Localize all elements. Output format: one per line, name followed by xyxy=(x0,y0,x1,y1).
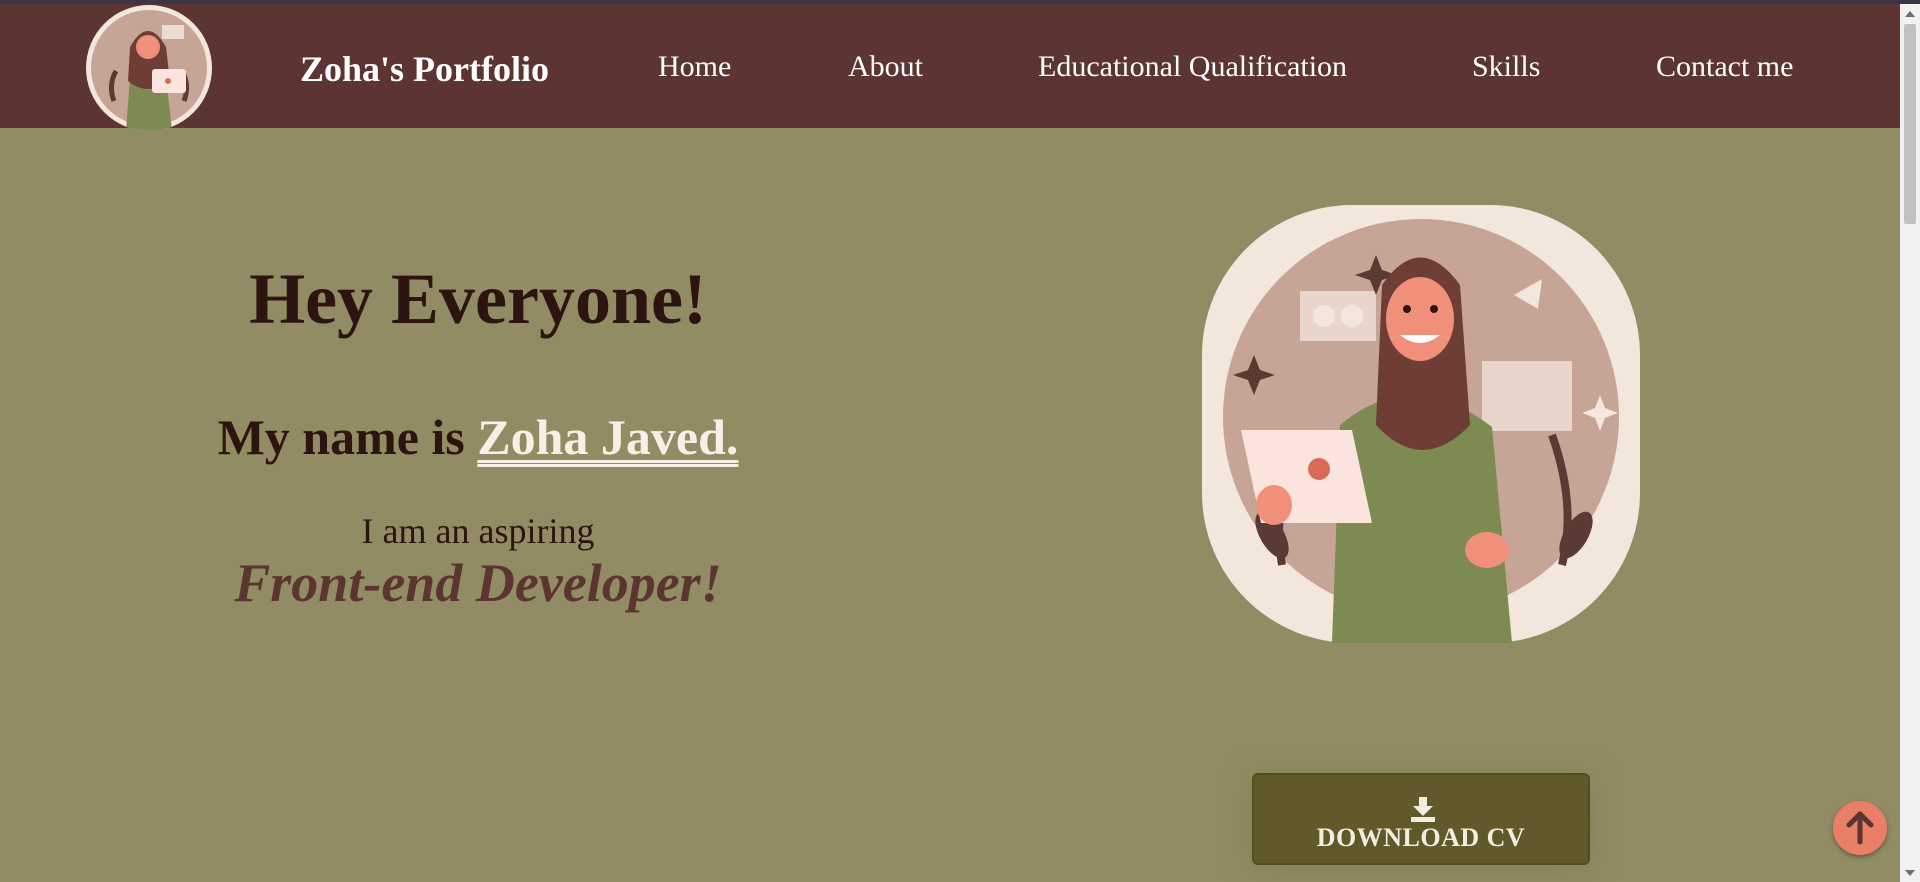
hero-greeting: Hey Everyone! xyxy=(249,259,707,339)
arrow-up-icon xyxy=(1846,811,1874,845)
site-brand[interactable]: Zoha's Portfolio xyxy=(300,48,549,90)
scrollbar-thumb[interactable] xyxy=(1904,24,1916,224)
nav-contact-me[interactable]: Contact me xyxy=(1656,50,1793,84)
logo-avatar[interactable] xyxy=(86,5,212,131)
navbar: Zoha's Portfolio Home About Educational … xyxy=(0,4,1900,131)
nav-educational-qualification[interactable]: Educational Qualification xyxy=(1038,50,1347,84)
scroll-up-arrow-icon[interactable] xyxy=(1905,11,1915,17)
download-icon xyxy=(1409,797,1437,823)
scroll-to-top-button[interactable] xyxy=(1833,801,1887,855)
aspiring-text: I am an aspiring xyxy=(361,511,595,551)
role-text: Front-end Developer! xyxy=(234,553,722,613)
name-prefix: My name is xyxy=(217,409,478,465)
nav-skills[interactable]: Skills xyxy=(1472,50,1540,84)
nav-home[interactable]: Home xyxy=(658,50,731,84)
portrait-illustration xyxy=(1202,205,1640,643)
download-cv-label: DOWNLOAD CV xyxy=(1316,823,1526,852)
page-scrollbar[interactable] xyxy=(1900,4,1920,882)
scroll-down-arrow-icon[interactable] xyxy=(1905,870,1915,876)
name-highlight: Zoha Javed. xyxy=(477,409,739,465)
nav-about[interactable]: About xyxy=(848,50,923,84)
download-cv-button[interactable]: DOWNLOAD CV xyxy=(1252,773,1590,865)
name-line: My name is Zoha Javed. xyxy=(0,408,956,466)
